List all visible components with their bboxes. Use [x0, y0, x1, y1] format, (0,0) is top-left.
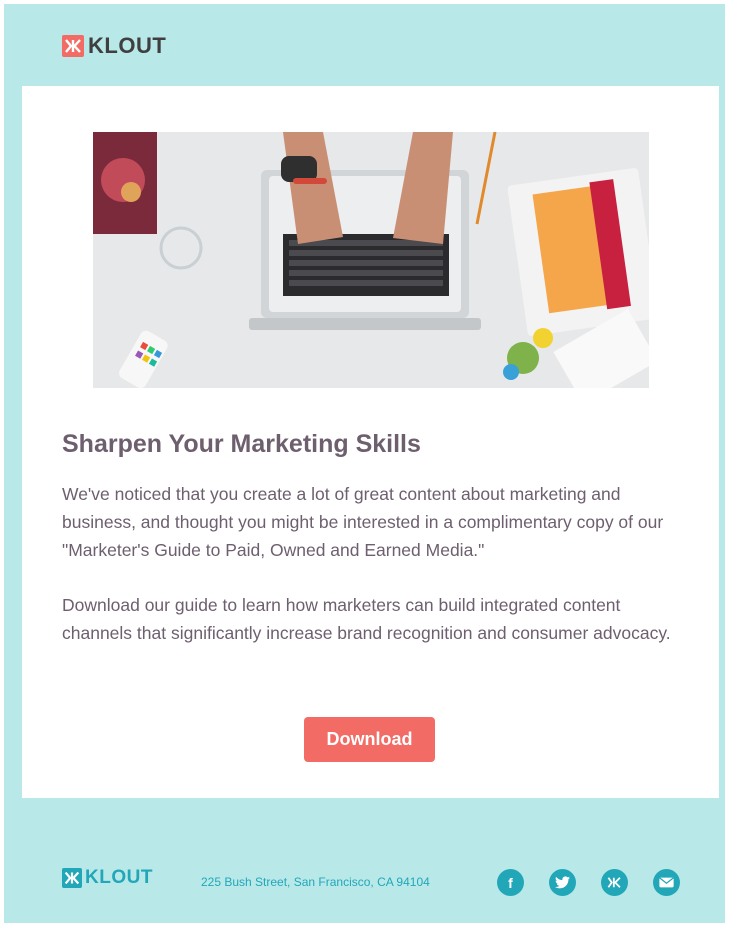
workspace-laptop-photo	[93, 132, 649, 388]
klout-logo-icon	[62, 35, 84, 57]
twitter-icon[interactable]	[549, 869, 576, 896]
download-button[interactable]: Download	[304, 717, 435, 762]
content-card: Sharpen Your Marketing Skills We've noti…	[22, 86, 719, 798]
email-background: KLOUT Sharpen Your Marketing Skills We'v…	[4, 4, 725, 923]
klout-logo-icon	[62, 868, 82, 888]
footer-address: 225 Bush Street, San Francisco, CA 94104	[201, 875, 430, 889]
klout-social-icon[interactable]	[601, 869, 628, 896]
envelope-icon	[659, 877, 674, 888]
facebook-icon[interactable]: f	[497, 869, 524, 896]
headline: Sharpen Your Marketing Skills	[62, 430, 421, 458]
hero-image	[93, 132, 649, 388]
footer-logo[interactable]: KLOUT	[62, 867, 153, 889]
header-logo[interactable]: KLOUT	[62, 32, 166, 60]
email-icon[interactable]	[653, 869, 680, 896]
guide-paragraph: Download our guide to learn how marketer…	[62, 595, 671, 643]
header-brand-name: KLOUT	[88, 33, 167, 58]
intro-paragraph: We've noticed that you create a lot of g…	[62, 484, 664, 560]
twitter-bird-icon	[555, 876, 570, 889]
footer-brand-name: KLOUT	[85, 867, 153, 888]
klout-mark-icon	[607, 877, 621, 888]
